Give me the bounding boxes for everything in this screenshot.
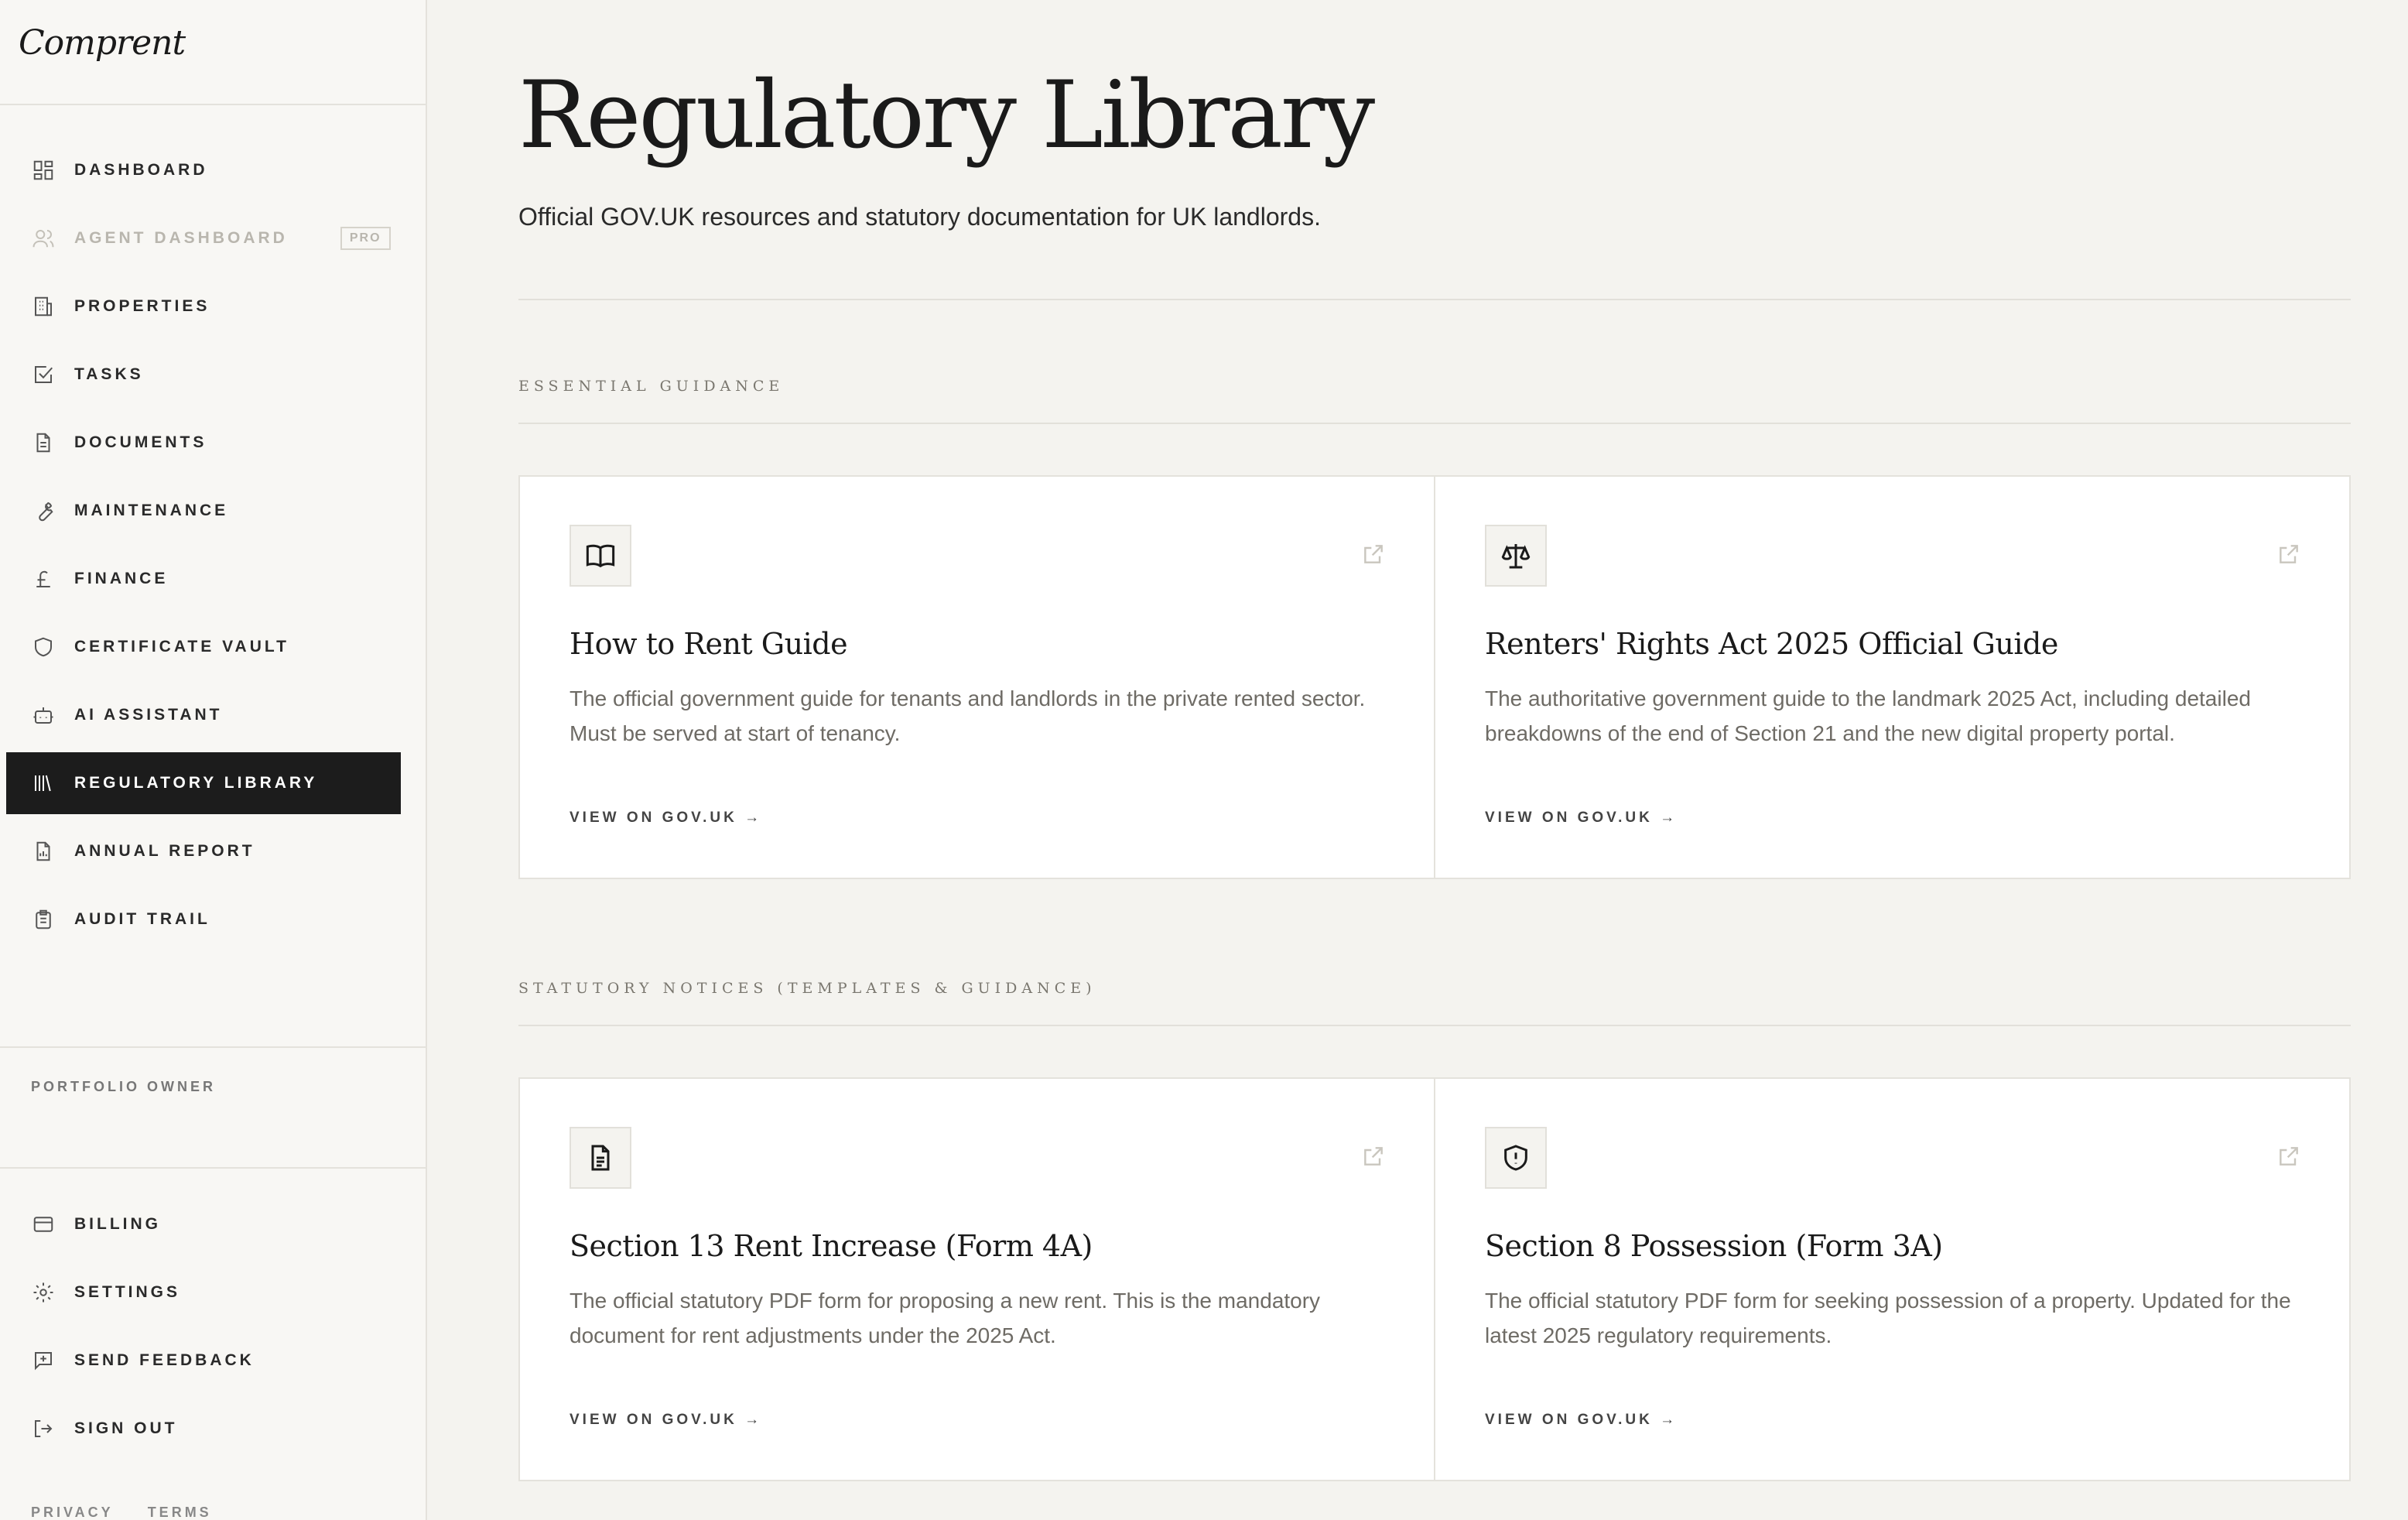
card-title: Section 8 Possession (Form 3A): [1485, 1229, 1943, 1263]
scales-icon: [1485, 525, 1547, 587]
sidebar-item-agent-dashboard[interactable]: AGENT DASHBOARD PRO: [6, 207, 401, 269]
building-icon: [31, 294, 56, 319]
pound-icon: [31, 567, 56, 591]
sidebar-nav: DASHBOARD AGENT DASHBOARD PRO PROPERTIES…: [6, 139, 401, 957]
card-grid: How to Rent Guide The official governmen…: [518, 475, 2351, 879]
sidebar-item-billing[interactable]: BILLING: [6, 1193, 401, 1255]
view-on-govuk-link[interactable]: VIEW ON GOV.UK →: [1485, 810, 1678, 827]
card-grid: Section 13 Rent Increase (Form 4A) The o…: [518, 1077, 2351, 1481]
document-icon: [31, 430, 56, 455]
book-icon: [570, 525, 631, 587]
card-description: The official statutory PDF form for seek…: [1485, 1289, 2291, 1347]
privacy-link[interactable]: PRIVACY: [31, 1505, 114, 1520]
sidebar-item-label: SEND FEEDBACK: [74, 1351, 255, 1369]
portfolio-owner-area: PORTFOLIO OWNER: [0, 1046, 426, 1169]
card-title: Renters' Rights Act 2025 Official Guide: [1485, 627, 2058, 661]
external-link-icon[interactable]: [2276, 1144, 2301, 1169]
card-description: The official government guide for tenant…: [570, 686, 1366, 745]
sidebar-item-label: BILLING: [74, 1215, 161, 1233]
external-link-icon[interactable]: [1361, 1144, 1386, 1169]
sidebar-item-label: REGULATORY LIBRARY: [74, 774, 318, 792]
sidebar-item-maintenance[interactable]: MAINTENANCE: [6, 480, 401, 542]
sign-out-icon: [31, 1416, 56, 1441]
sidebar-item-settings[interactable]: SETTINGS: [6, 1262, 401, 1323]
wrench-icon: [31, 498, 56, 523]
footer-links: PRIVACY TERMS: [31, 1505, 246, 1520]
page-subtitle: Official GOV.UK resources and statutory …: [518, 203, 1321, 231]
report-icon: [31, 839, 56, 864]
sidebar-item-dashboard[interactable]: DASHBOARD: [6, 139, 401, 201]
sidebar-item-send-feedback[interactable]: SEND FEEDBACK: [6, 1330, 401, 1392]
gear-icon: [31, 1280, 56, 1305]
robot-icon: [31, 703, 56, 727]
sidebar-item-tasks[interactable]: TASKS: [6, 344, 401, 406]
sidebar-item-label: SETTINGS: [74, 1283, 181, 1301]
pro-badge: PRO: [340, 227, 391, 250]
terms-link[interactable]: TERMS: [148, 1505, 212, 1520]
sidebar-bottom-nav: BILLING SETTINGS SEND FEEDBACK SIGN OUT: [6, 1193, 401, 1466]
sidebar-item-label: AGENT DASHBOARD: [74, 229, 288, 247]
app-logo[interactable]: Comprent: [19, 23, 426, 63]
resource-card-section-13[interactable]: Section 13 Rent Increase (Form 4A) The o…: [520, 1079, 1434, 1480]
view-on-govuk-link[interactable]: VIEW ON GOV.UK →: [1485, 1412, 1678, 1429]
sidebar-item-label: DOCUMENTS: [74, 433, 207, 451]
view-on-govuk-link[interactable]: VIEW ON GOV.UK →: [570, 1412, 762, 1429]
sidebar-item-label: CERTIFICATE VAULT: [74, 638, 289, 656]
card-description: The authoritative government guide to th…: [1485, 686, 2251, 745]
sidebar-item-audit-trail[interactable]: AUDIT TRAIL: [6, 888, 401, 950]
divider: [518, 423, 2351, 424]
library-icon: [31, 771, 56, 796]
sidebar: Comprent DASHBOARD AGENT DASHBOARD PRO P…: [0, 0, 427, 1520]
sidebar-item-label: DASHBOARD: [74, 161, 208, 179]
users-icon: [31, 226, 56, 251]
sidebar-item-annual-report[interactable]: ANNUAL REPORT: [6, 820, 401, 882]
sidebar-item-certificate-vault[interactable]: CERTIFICATE VAULT: [6, 616, 401, 678]
file-text-icon: [570, 1127, 631, 1189]
sidebar-item-sign-out[interactable]: SIGN OUT: [6, 1398, 401, 1460]
sidebar-item-label: AUDIT TRAIL: [74, 910, 210, 928]
sidebar-item-ai-assistant[interactable]: AI ASSISTANT: [6, 684, 401, 746]
sidebar-item-label: TASKS: [74, 365, 144, 383]
portfolio-owner-label: PORTFOLIO OWNER: [31, 1079, 216, 1094]
divider: [518, 1025, 2351, 1026]
resource-card-how-to-rent[interactable]: How to Rent Guide The official governmen…: [520, 477, 1434, 878]
sidebar-item-label: MAINTENANCE: [74, 502, 229, 519]
sidebar-item-label: SIGN OUT: [74, 1419, 178, 1437]
section-label-essential-guidance: ESSENTIAL GUIDANCE: [518, 378, 785, 395]
sidebar-item-properties[interactable]: PROPERTIES: [6, 276, 401, 337]
card-description: The official statutory PDF form for prop…: [570, 1289, 1321, 1347]
sidebar-item-label: FINANCE: [74, 570, 169, 587]
logo-area: Comprent: [0, 0, 426, 105]
page-title: Regulatory Library: [518, 62, 1375, 169]
card-title: Section 13 Rent Increase (Form 4A): [570, 1229, 1093, 1263]
clipboard-icon: [31, 907, 56, 932]
sidebar-item-documents[interactable]: DOCUMENTS: [6, 412, 401, 474]
dashboard-icon: [31, 158, 56, 183]
card-title: How to Rent Guide: [570, 627, 848, 661]
credit-card-icon: [31, 1212, 56, 1237]
sidebar-item-label: PROPERTIES: [74, 297, 210, 315]
view-on-govuk-link[interactable]: VIEW ON GOV.UK →: [570, 810, 762, 827]
section-label-statutory-notices: STATUTORY NOTICES (TEMPLATES & GUIDANCE): [518, 980, 1096, 997]
external-link-icon[interactable]: [2276, 542, 2301, 567]
checkbox-icon: [31, 362, 56, 387]
external-link-icon[interactable]: [1361, 542, 1386, 567]
shield-icon: [31, 635, 56, 659]
sidebar-item-regulatory-library[interactable]: REGULATORY LIBRARY: [6, 752, 401, 814]
resource-card-section-8[interactable]: Section 8 Possession (Form 3A) The offic…: [1434, 1079, 2349, 1480]
sidebar-item-label: AI ASSISTANT: [74, 706, 223, 724]
sidebar-item-finance[interactable]: FINANCE: [6, 548, 401, 610]
feedback-icon: [31, 1348, 56, 1373]
divider: [518, 299, 2351, 300]
shield-alert-icon: [1485, 1127, 1547, 1189]
resource-card-renters-rights-act[interactable]: Renters' Rights Act 2025 Official Guide …: [1434, 477, 2349, 878]
sidebar-item-label: ANNUAL REPORT: [74, 842, 255, 860]
